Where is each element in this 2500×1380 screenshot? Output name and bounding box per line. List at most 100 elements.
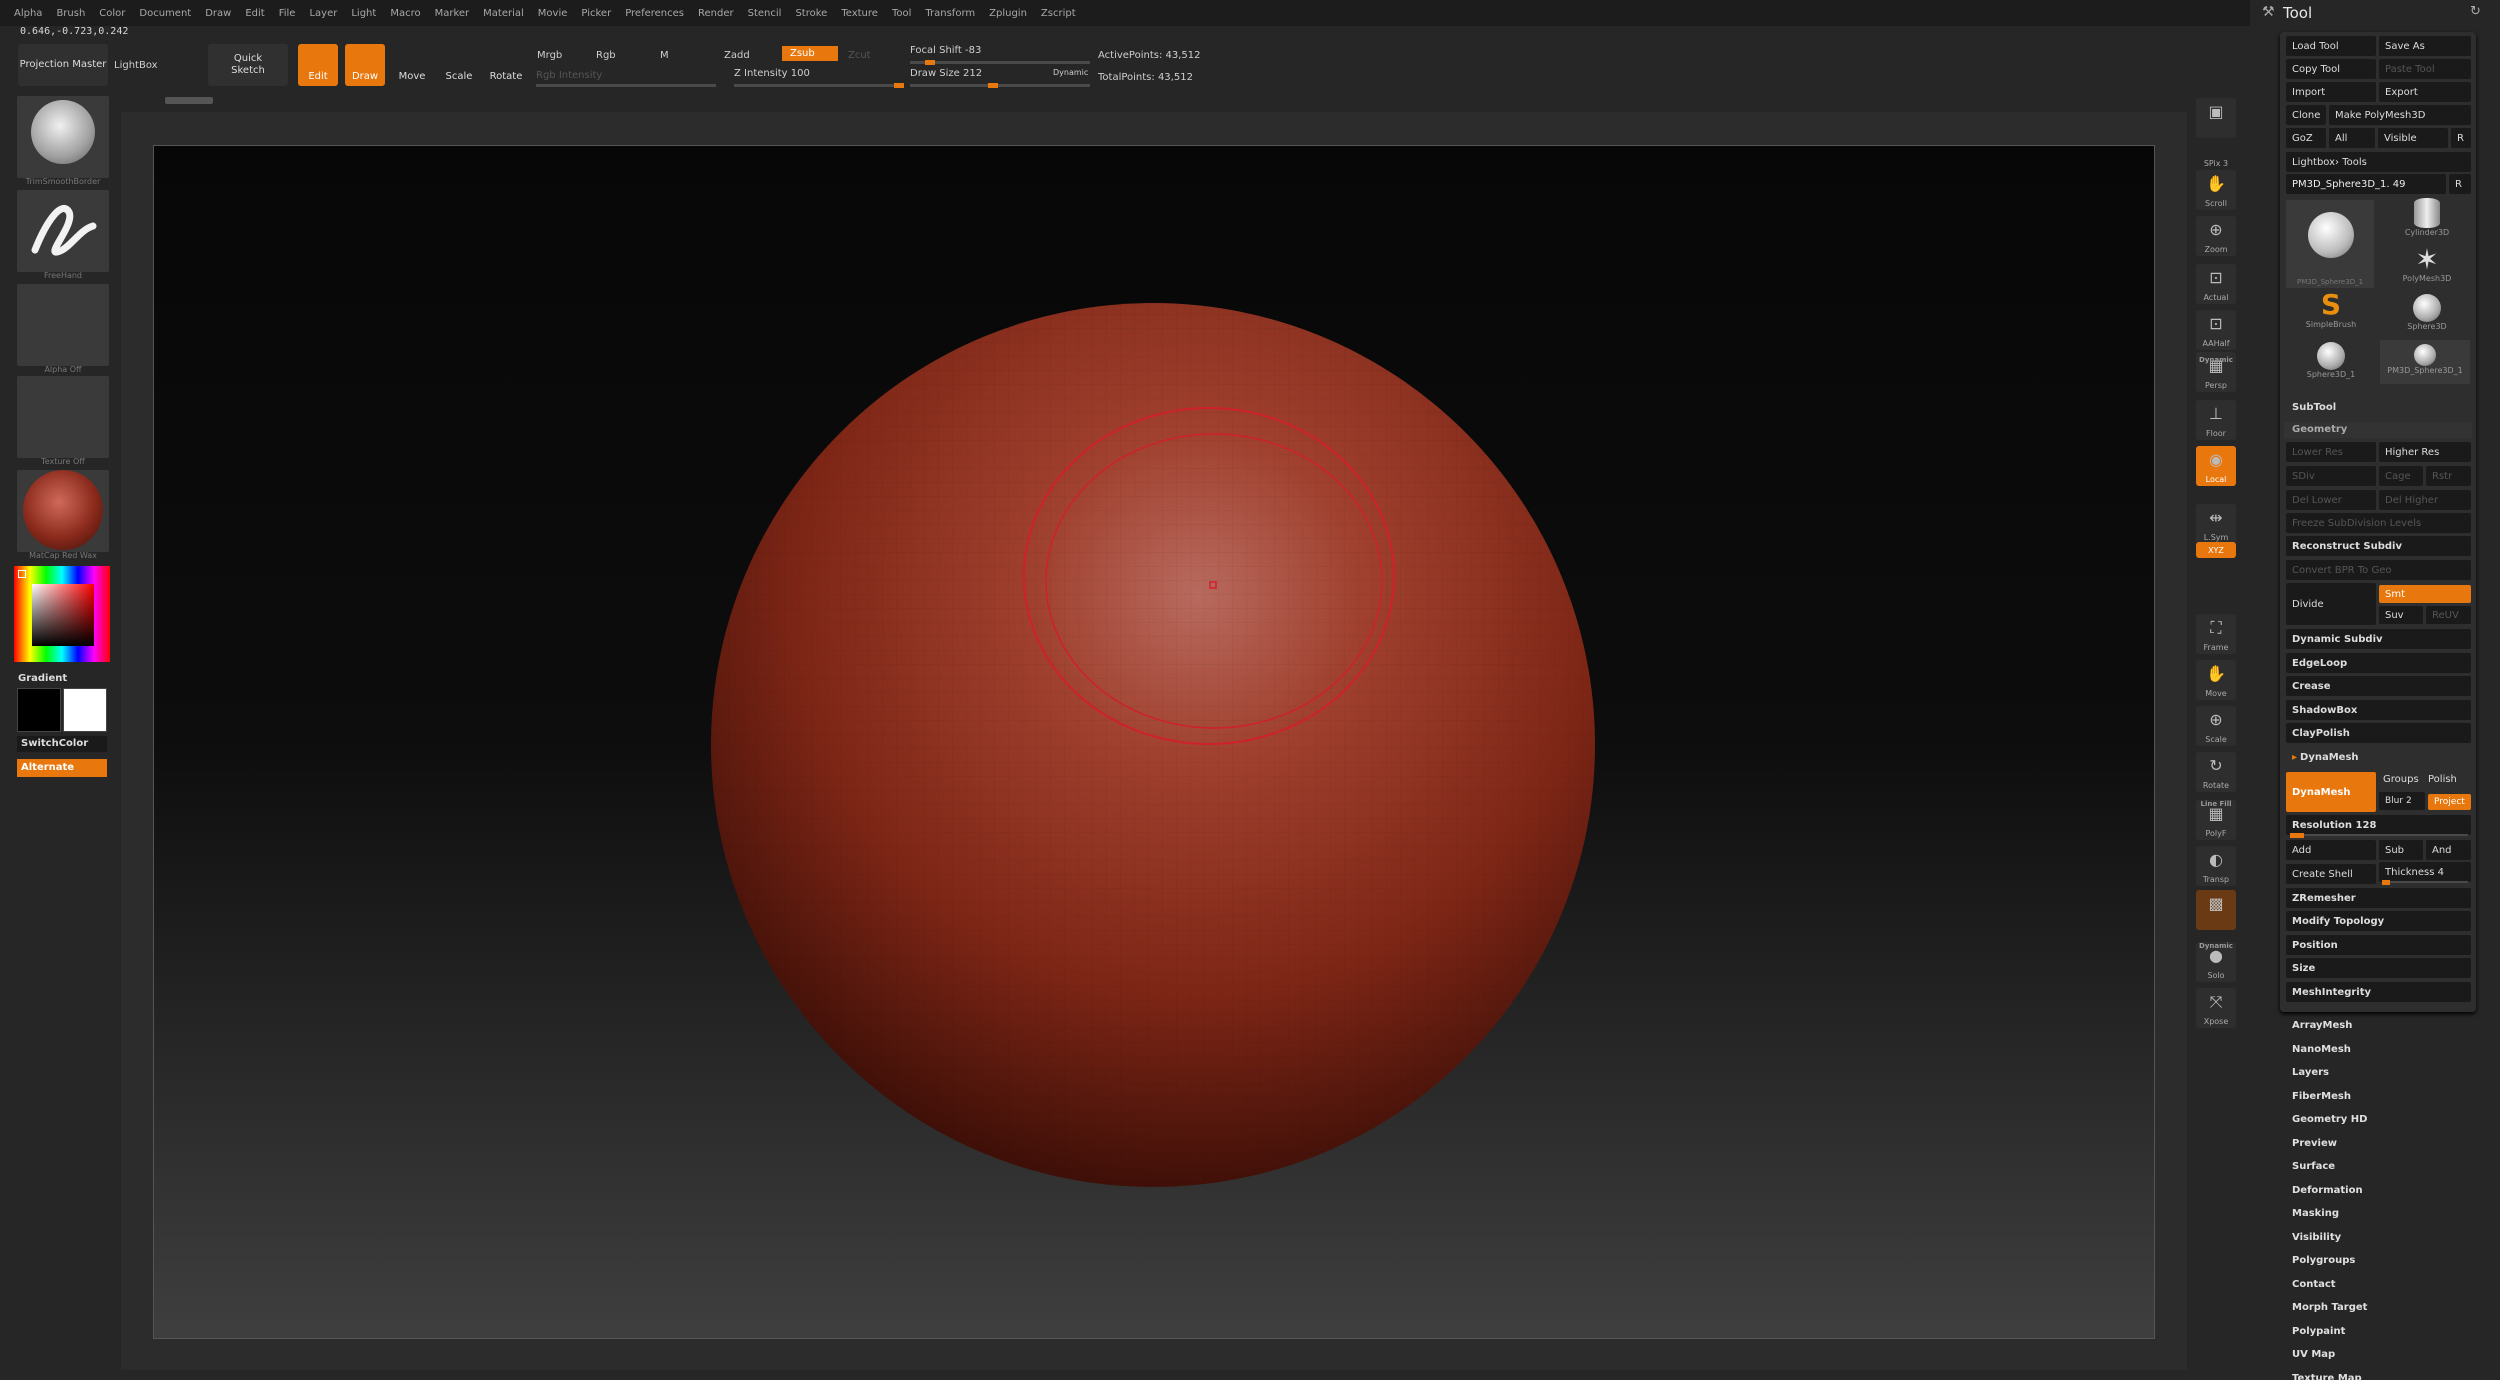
color-picker[interactable]	[14, 566, 110, 662]
resolution-slider[interactable]: Resolution 128	[2286, 815, 2471, 835]
frame-view-button[interactable]: ⛶ Frame	[2196, 614, 2236, 654]
resolution-track[interactable]	[2290, 833, 2468, 838]
rgb-intensity-track[interactable]	[536, 84, 716, 87]
sdiv-slider[interactable]: SDiv	[2286, 466, 2376, 486]
edgeloop-section[interactable]: EdgeLoop	[2286, 653, 2471, 673]
menu-edit[interactable]: Edit	[245, 8, 264, 19]
shadowbox-section[interactable]: ShadowBox	[2286, 700, 2471, 720]
menu-marker[interactable]: Marker	[435, 8, 470, 19]
zremesher-section[interactable]: ZRemesher	[2286, 888, 2471, 908]
scale-view-button[interactable]: ⊕ Scale	[2196, 706, 2236, 746]
menu-zscript[interactable]: Zscript	[1041, 8, 1076, 19]
alternate-button[interactable]: Alternate	[17, 759, 107, 777]
sphere-view[interactable]	[154, 146, 2156, 1340]
section-layers[interactable]: Layers	[2292, 1067, 2329, 1078]
focal-shift-handle[interactable]	[925, 60, 936, 65]
edit-button[interactable]: Edit	[298, 44, 338, 86]
move-view-button[interactable]: ✋ Move	[2196, 660, 2236, 700]
goz-button[interactable]: GoZ	[2286, 128, 2326, 148]
tool-thumb-sphere3d[interactable]: Sphere3D	[2392, 294, 2462, 331]
section-masking[interactable]: Masking	[2292, 1208, 2339, 1219]
goz-all-button[interactable]: All	[2329, 128, 2375, 148]
thickness-slider[interactable]: Thickness 4	[2379, 862, 2471, 882]
menu-picker[interactable]: Picker	[581, 8, 611, 19]
zoom-view-button[interactable]: ⊕ Zoom	[2196, 216, 2236, 256]
spix-view-button[interactable]: SPix 3	[2196, 140, 2236, 170]
suv-toggle[interactable]: Suv	[2379, 606, 2423, 624]
menu-draw[interactable]: Draw	[205, 8, 231, 19]
menu-zplugin[interactable]: Zplugin	[989, 8, 1027, 19]
make-polymesh-button[interactable]: Make PolyMesh3D	[2329, 105, 2471, 125]
lightbox-tools-button[interactable]: Lightbox› Tools	[2286, 152, 2471, 172]
thickness-handle[interactable]	[2382, 880, 2390, 885]
mrgb-button[interactable]: Mrgb	[537, 50, 562, 61]
projection-master-button[interactable]: Projection Master	[18, 44, 108, 86]
paste-tool-button[interactable]: Paste Tool	[2379, 59, 2471, 79]
m-button[interactable]: M	[660, 50, 669, 61]
ghost-view-button[interactable]: ▩	[2196, 890, 2236, 930]
actual-view-button[interactable]: ⊡ Actual	[2196, 264, 2236, 304]
draw-size-track[interactable]	[910, 83, 1090, 88]
main-color-swatch[interactable]	[17, 688, 61, 732]
reconstruct-subdiv-button[interactable]: Reconstruct Subdiv	[2286, 536, 2471, 556]
clone-button[interactable]: Clone	[2286, 105, 2326, 125]
menu-macro[interactable]: Macro	[390, 8, 420, 19]
section-geometry-hd[interactable]: Geometry HD	[2292, 1114, 2367, 1125]
lightbox-button[interactable]: LightBox	[114, 60, 158, 71]
section-deformation[interactable]: Deformation	[2292, 1185, 2363, 1196]
project-toggle[interactable]: Project	[2428, 794, 2471, 810]
z-intensity-slider[interactable]: Z Intensity 100	[734, 68, 810, 79]
tool-thumb-sphere3d-1[interactable]: Sphere3D_1	[2296, 342, 2366, 379]
local-view-button[interactable]: ◉ Local	[2196, 446, 2236, 486]
scroll-view-button[interactable]: ✋ Scroll	[2196, 170, 2236, 210]
size-section[interactable]: Size	[2286, 958, 2471, 978]
material-selector[interactable]	[17, 470, 109, 552]
dynamesh-button[interactable]: DynaMesh	[2286, 772, 2376, 812]
save-as-button[interactable]: Save As	[2379, 36, 2471, 56]
tool-thumb-polymesh[interactable]: ✶ PolyMesh3D	[2392, 246, 2462, 284]
menu-stencil[interactable]: Stencil	[748, 8, 782, 19]
scale-button[interactable]: Scale	[439, 44, 479, 86]
menu-tool[interactable]: Tool	[892, 8, 911, 19]
position-section[interactable]: Position	[2286, 935, 2471, 955]
section-nanomesh[interactable]: NanoMesh	[2292, 1044, 2351, 1055]
lower-res-button[interactable]: Lower Res	[2286, 442, 2376, 462]
rstr-button[interactable]: Rstr	[2426, 466, 2471, 486]
draw-size-slider[interactable]: Draw Size 212	[910, 68, 982, 79]
sub-button[interactable]: Sub	[2379, 840, 2423, 860]
cage-button[interactable]: Cage	[2379, 466, 2423, 486]
section-uv-map[interactable]: UV Map	[2292, 1349, 2335, 1360]
create-shell-button[interactable]: Create Shell	[2286, 864, 2376, 884]
menu-brush[interactable]: Brush	[56, 8, 85, 19]
tool-thumb-pm3d-sphere[interactable]: PM3D_Sphere3D_1	[2380, 340, 2470, 384]
section-preview[interactable]: Preview	[2292, 1138, 2337, 1149]
section-polygroups[interactable]: Polygroups	[2292, 1255, 2355, 1266]
section-texture-map[interactable]: Texture Map	[2292, 1373, 2362, 1380]
tool-thumb-simplebrush[interactable]: S SimpleBrush	[2296, 290, 2366, 330]
copy-tool-button[interactable]: Copy Tool	[2286, 59, 2376, 79]
move-button[interactable]: Move	[392, 44, 432, 86]
focal-shift-track[interactable]	[910, 60, 1090, 65]
dynamic-toggle[interactable]: Dynamic	[1053, 68, 1088, 77]
dynamesh-section[interactable]: ▸ DynaMesh	[2286, 747, 2471, 767]
menu-material[interactable]: Material	[483, 8, 524, 19]
brush-selector[interactable]	[17, 96, 109, 178]
reuv-button[interactable]: ReUV	[2426, 606, 2471, 624]
higher-res-button[interactable]: Higher Res	[2379, 442, 2471, 462]
color-picker-square[interactable]	[32, 584, 94, 646]
draw-button[interactable]: Draw	[345, 44, 385, 86]
import-button[interactable]: Import	[2286, 82, 2376, 102]
transp-view-button[interactable]: ◐ Transp	[2196, 846, 2236, 886]
dynamic-subdiv-section[interactable]: Dynamic Subdiv	[2286, 629, 2471, 649]
xyz-view-button[interactable]: XYZ	[2196, 542, 2236, 558]
meshintegrity-section[interactable]: MeshIntegrity	[2286, 982, 2471, 1002]
bpr-view-button[interactable]: ▣	[2196, 98, 2236, 138]
rotate-view-button[interactable]: ↻ Rotate	[2196, 752, 2236, 792]
modify-topology-section[interactable]: Modify Topology	[2286, 911, 2471, 931]
secondary-color-swatch[interactable]	[63, 688, 107, 732]
tool-thumb-cylinder[interactable]: Cylinder3D	[2392, 198, 2462, 237]
menu-render[interactable]: Render	[698, 8, 734, 19]
aahalf-view-button[interactable]: ⊡ AAHalf	[2196, 310, 2236, 350]
z-intensity-track[interactable]	[734, 83, 904, 88]
polish-toggle[interactable]: Polish	[2428, 774, 2457, 785]
